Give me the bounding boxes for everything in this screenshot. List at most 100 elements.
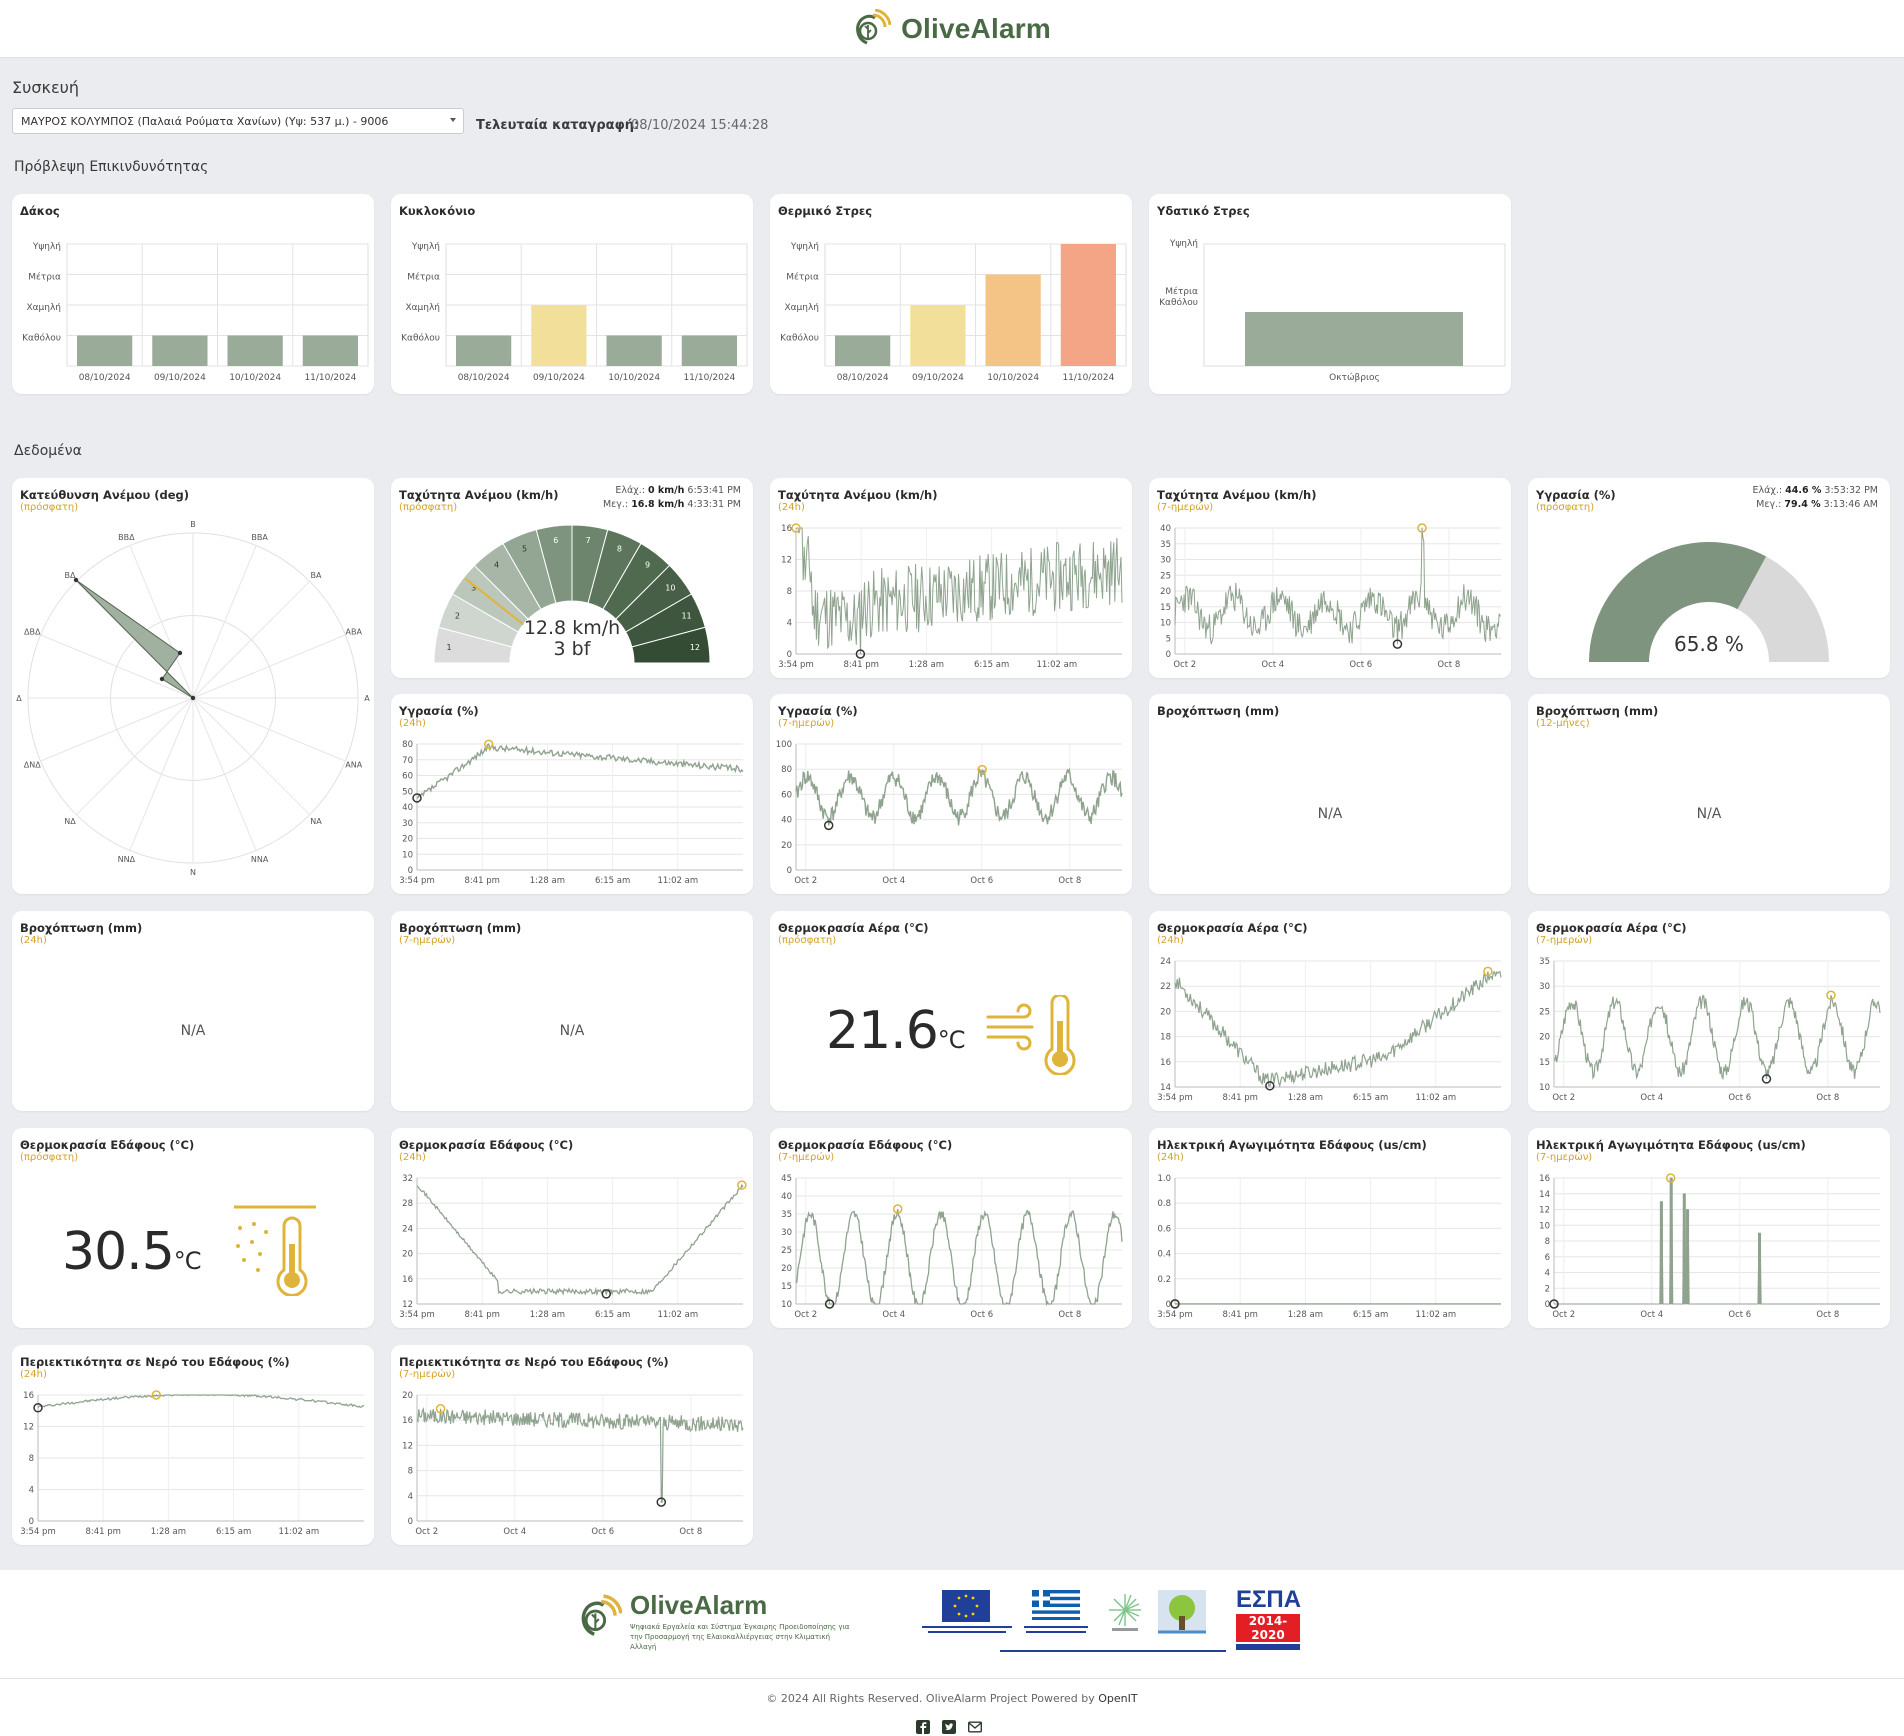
x-tick-label: Oct 2 bbox=[1173, 660, 1196, 670]
direction-label: ΔΒΔ bbox=[24, 627, 41, 636]
facebook-icon[interactable] bbox=[916, 1720, 930, 1734]
y-tick-label: 60 bbox=[781, 790, 792, 800]
device-select[interactable]: ΜΑΥΡΟΣ ΚΟΛΥΜΠΟΣ (Παλαιά Ρούματα Χανίων) … bbox=[12, 108, 464, 134]
rose-spoke bbox=[129, 545, 194, 699]
card-title: Δάκος bbox=[20, 204, 60, 218]
card-subtitle: (7-ημερών) bbox=[1157, 502, 1214, 513]
x-tick-label: 6:15 am bbox=[216, 1527, 251, 1537]
card-subtitle: (24h) bbox=[399, 718, 426, 729]
x-tick-label: 1:28 am bbox=[530, 876, 565, 886]
soil-thermometer-icon bbox=[234, 1205, 316, 1296]
air-temp-unit: °C bbox=[937, 1026, 966, 1054]
x-tick-label: 11:02 am bbox=[657, 876, 698, 886]
x-tick-label: 09/10/2024 bbox=[912, 373, 964, 383]
chevron-down-icon bbox=[450, 118, 456, 122]
risk-bar bbox=[456, 335, 512, 366]
card-subtitle: (πρόσφατη) bbox=[399, 502, 458, 513]
device-heading: Συσκευή bbox=[12, 78, 79, 97]
y-tick-label: 4 bbox=[29, 1486, 34, 1496]
y-tick-label: 12 bbox=[402, 1300, 413, 1310]
y-tick-label: 14 bbox=[1160, 1083, 1171, 1093]
y-tick-label: 35 bbox=[781, 1210, 792, 1220]
y-tick-label: Μέτρια bbox=[786, 272, 819, 283]
x-tick-label: 3:54 pm bbox=[399, 876, 434, 886]
x-tick-label: 8:41 pm bbox=[1222, 1310, 1257, 1320]
twitter-icon[interactable] bbox=[942, 1720, 956, 1734]
y-tick-label: 0 bbox=[408, 866, 413, 876]
y-tick-label: 30 bbox=[781, 1228, 792, 1238]
rose-point bbox=[159, 676, 165, 682]
brand-name: OliveAlarm bbox=[901, 12, 1051, 44]
card-title: Υδατικό Στρες bbox=[1157, 204, 1250, 218]
wind-gauge-card: Ταχύτητα Ανέμου (km/h) (πρόσφατη) Ελάχ.:… bbox=[391, 478, 753, 678]
card-title: Θερμοκρασία Αέρα (°C) bbox=[1536, 921, 1687, 935]
risk-bar bbox=[606, 335, 662, 366]
rose-spoke bbox=[75, 697, 194, 816]
swc-7d-card: Περιεκτικότητα σε Νερό του Εδάφους (%) (… bbox=[391, 1345, 753, 1545]
soil-temp-now-card: Θερμοκρασία Εδάφους (°C) (πρόσφατη) 30.5… bbox=[12, 1128, 374, 1328]
x-tick-label: Oct 2 bbox=[794, 876, 817, 886]
x-tick-label: Oct 2 bbox=[1552, 1093, 1575, 1103]
last-record-value: 08/10/2024 15:44:28 bbox=[631, 118, 769, 133]
x-tick-label: Οκτώβριος bbox=[1329, 372, 1380, 383]
y-tick-label: 0 bbox=[408, 1517, 413, 1527]
min-time: 6:53:41 PM bbox=[687, 485, 741, 496]
card-title: Θερμοκρασία Αέρα (°C) bbox=[778, 921, 929, 935]
envelope-icon[interactable] bbox=[968, 1720, 982, 1734]
y-tick-label: 28 bbox=[402, 1199, 413, 1209]
x-tick-label: Oct 2 bbox=[415, 1527, 438, 1537]
card-subtitle: (πρόσφατη) bbox=[1536, 502, 1595, 513]
y-tick-label: 0.4 bbox=[1157, 1250, 1171, 1260]
x-tick-label: Oct 2 bbox=[794, 1310, 817, 1320]
openit-link[interactable]: OpenIT bbox=[1098, 1692, 1137, 1705]
card-title: Ταχύτητα Ανέμου (km/h) bbox=[399, 488, 559, 502]
x-tick-label: 1:28 am bbox=[530, 1310, 565, 1320]
y-tick-label: 0 bbox=[1545, 1300, 1550, 1310]
x-tick-label: Oct 8 bbox=[1816, 1310, 1839, 1320]
y-tick-label: Καθόλου bbox=[22, 333, 61, 344]
x-tick-label: Oct 4 bbox=[882, 876, 905, 886]
card-title: Θερμοκρασία Εδάφους (°C) bbox=[399, 1138, 574, 1152]
forecast-heading: Πρόβλεψη Επικινδυνότητας bbox=[14, 159, 209, 175]
y-tick-label: 45 bbox=[781, 1174, 792, 1184]
olive-tree-logo bbox=[1156, 1588, 1210, 1636]
x-tick-label: Oct 8 bbox=[1058, 876, 1081, 886]
rose-point bbox=[177, 650, 183, 656]
top-header: OliveAlarm bbox=[0, 0, 1904, 58]
x-tick-label: 8:41 pm bbox=[1222, 1093, 1257, 1103]
direction-label: ΒΑ bbox=[311, 571, 322, 580]
x-tick-label: Oct 4 bbox=[1640, 1310, 1663, 1320]
soil-temp-7d-card: Θερμοκρασία Εδάφους (°C) (7-ημερών) 10 15… bbox=[770, 1128, 1132, 1328]
risk-bar bbox=[227, 335, 283, 366]
soil-temp-number: 30.5 bbox=[62, 1222, 175, 1282]
swc-24h-chart: 0 4 8 12 16 3:54 pm 8:41 pm 1:28 am 6:15 am 11:02… bbox=[20, 1390, 365, 1537]
max-value: 16.8 km/h bbox=[631, 499, 685, 510]
copyright-text: © 2024 All Rights Reserved. OliveAlarm P… bbox=[0, 1692, 1904, 1705]
greek-flag-logo bbox=[1020, 1590, 1092, 1638]
forecast-card-thermal-stress: Θερμικό Στρες Καθόλου Χαμηλή Μέτρια Υψηλή 08… bbox=[770, 194, 1132, 394]
humidity-gauge-value: 65.8 % bbox=[1674, 632, 1744, 656]
direction-label: ΔΝΔ bbox=[24, 761, 41, 770]
max-time: 3:13:46 AM bbox=[1823, 499, 1878, 510]
y-tick-label: 0 bbox=[787, 866, 792, 876]
rose-spoke bbox=[192, 697, 257, 851]
humidity-gauge-card: Υγρασία (%) (πρόσφατη) Ελάχ.: 44.6 % 3:5… bbox=[1528, 478, 1890, 678]
forecast-chart-thermal-stress: Καθόλου Χαμηλή Μέτρια Υψηλή 08/10/2024 09/10/… bbox=[780, 242, 1127, 383]
forecast-card-kyklokonio: Κυκλοκόνιο Καθόλου Χαμηλή Μέτρια Υψηλή 08/10… bbox=[391, 194, 753, 394]
beaufort-label: 5 bbox=[522, 544, 527, 553]
card-title: Βροχόπτωση (mm) bbox=[20, 921, 143, 935]
y-tick-label: 16 bbox=[1539, 1174, 1550, 1184]
footer-tagline: Ψηφιακά Εργαλεία και Σύστημα Έγκαιρης Πρ… bbox=[630, 1623, 850, 1651]
x-tick-label: 3:54 pm bbox=[1157, 1310, 1192, 1320]
air-temp-7d-card: Θερμοκρασία Αέρα (°C) (7-ημερών) 10 15 20 2… bbox=[1528, 911, 1890, 1111]
na-label: N/A bbox=[559, 1023, 585, 1039]
card-title: Ταχύτητα Ανέμου (km/h) bbox=[778, 488, 938, 502]
x-tick-label: 6:15 am bbox=[1353, 1310, 1388, 1320]
na-label: N/A bbox=[1696, 806, 1722, 822]
direction-label: Α bbox=[364, 694, 370, 703]
beaufort-label: 6 bbox=[553, 536, 558, 545]
card-title: Ηλεκτρική Αγωγιμότητα Εδάφους (us/cm) bbox=[1536, 1138, 1806, 1152]
direction-label: ΒΒΑ bbox=[251, 533, 268, 542]
copyright-label: © 2024 All Rights Reserved. OliveAlarm P… bbox=[766, 1692, 1095, 1705]
y-tick-label: 18 bbox=[1160, 1033, 1171, 1043]
